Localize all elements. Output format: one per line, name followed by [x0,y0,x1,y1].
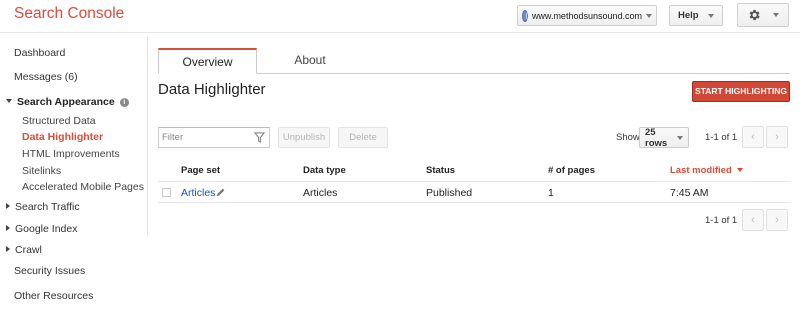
sidebar-item-security-issues[interactable]: Security Issues [14,265,85,277]
sidebar-item-messages[interactable]: Messages (6) [14,71,78,83]
chevron-down-icon [708,13,714,18]
row-data-type: Articles [303,187,338,199]
col-header-data-type: Data type [303,165,346,176]
site-selector[interactable]: www.methodsunsound.com [517,5,657,26]
sidebar-item-label: Google Index [15,223,78,235]
site-url: www.methodsunsound.com [531,10,642,21]
chevron-down-icon [646,13,652,18]
tab-about[interactable]: About [260,48,360,74]
sidebar: Dashboard Messages (6) Search Appearance… [0,33,148,320]
unpublish-button[interactable]: Unpublish [278,127,330,148]
sidebar-item-label: Crawl [15,244,42,256]
delete-button[interactable]: Delete [338,127,388,148]
page-title: Data Highlighter [158,81,266,98]
tab-overview[interactable]: Overview [158,48,257,74]
tab-bar: Overview About [158,48,790,74]
rows-per-page-select[interactable]: 25 rows [639,126,689,149]
col-header-page-set: Page set [181,165,221,176]
edit-icon[interactable] [215,187,226,198]
sidebar-item-google-index[interactable]: Google Index [6,223,77,235]
start-highlighting-button[interactable]: START HIGHLIGHTING [692,81,790,102]
sidebar-item-search-traffic[interactable]: Search Traffic [6,201,80,213]
sidebar-item-data-highlighter[interactable]: Data Highlighter [22,131,103,143]
show-label: Show [616,132,640,143]
row-last-modified: 7:45 AM [670,187,709,199]
chevron-down-icon [773,13,779,17]
col-header-status: Status [426,165,456,176]
footer-prev-page-button[interactable]: ‹ [742,209,764,231]
row-pages: 1 [548,187,554,199]
sidebar-item-structured-data[interactable]: Structured Data [22,115,96,127]
sidebar-item-other-resources[interactable]: Other Resources [14,290,93,302]
chevron-right-icon: › [775,131,779,143]
table-header: Page set Data type Status # of pages Las… [158,157,790,182]
collapsed-arrow-icon [6,225,10,231]
prev-page-button[interactable]: ‹ [742,126,764,148]
col-header-label: Last modified [670,165,732,176]
gear-icon [749,9,760,21]
page-sets-table: Page set Data type Status # of pages Las… [158,157,790,203]
top-header: Search Console www.methodsunsound.com He… [0,0,800,33]
sidebar-item-html-improvements[interactable]: HTML Improvements [22,148,120,160]
collapsed-arrow-icon [6,203,10,209]
sidebar-section-label: Search Appearance [17,96,115,108]
chevron-down-icon [677,135,683,140]
settings-button[interactable] [737,3,789,27]
expanded-arrow-icon [6,99,12,103]
filter-icon[interactable] [254,132,265,143]
page-set-link[interactable]: Articles [181,187,215,199]
footer-next-page-button[interactable]: › [766,209,788,231]
filter-field[interactable] [158,127,270,148]
sidebar-item-label: Search Traffic [15,201,80,213]
info-icon[interactable]: i [119,98,129,107]
collapsed-arrow-icon [6,246,10,252]
sidebar-item-sitelinks[interactable]: Sitelinks [22,165,61,177]
sort-desc-icon [736,168,743,172]
globe-icon [522,9,532,22]
sidebar-item-dashboard[interactable]: Dashboard [14,47,65,59]
chevron-right-icon: › [775,214,779,226]
sidebar-item-amp[interactable]: Accelerated Mobile Pages [22,181,144,193]
sidebar-item-crawl[interactable]: Crawl [6,244,42,256]
help-label: Help [678,10,699,21]
chevron-left-icon: ‹ [751,131,755,143]
table-row: Articles Articles Published 1 7:45 AM [158,182,790,203]
pager-count: 1-1 of 1 [705,132,738,143]
next-page-button[interactable]: › [766,126,788,148]
app-logo[interactable]: Search Console [14,5,124,23]
rows-select-value: 25 rows [645,126,668,149]
sidebar-divider [147,37,148,237]
filter-input[interactable] [162,128,250,147]
row-checkbox[interactable] [162,188,171,197]
row-status: Published [426,187,473,199]
col-header-pages: # of pages [548,165,595,176]
col-header-last-modified[interactable]: Last modified [670,165,743,176]
help-button[interactable]: Help [669,5,723,26]
chevron-left-icon: ‹ [751,214,755,226]
footer-pager-count: 1-1 of 1 [705,215,738,226]
sidebar-section-search-appearance[interactable]: Search Appearance i [6,96,129,108]
